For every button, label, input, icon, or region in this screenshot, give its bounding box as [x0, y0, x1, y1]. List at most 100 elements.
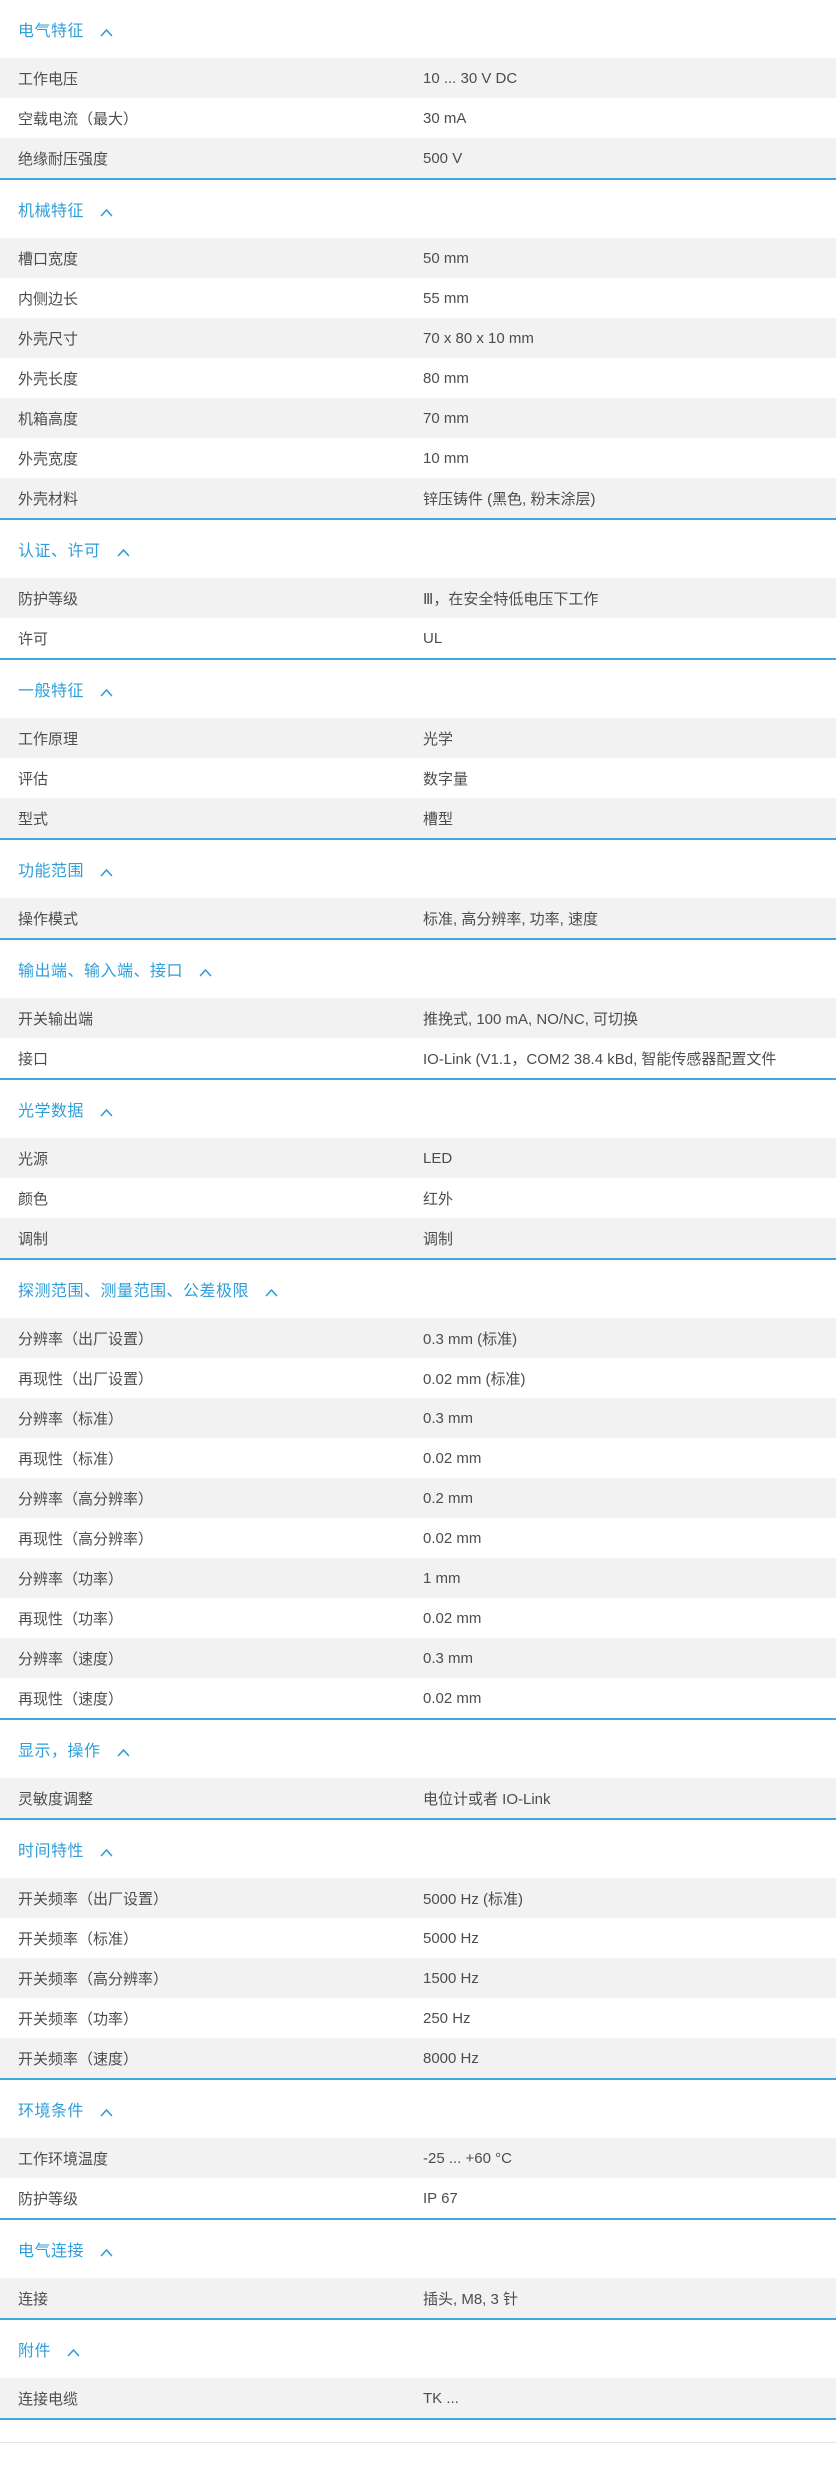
section: 一般特征 工作原理 光学 评估 数字量 型式 槽型 — [0, 660, 836, 840]
spec-label: 开关频率（标准） — [18, 1930, 139, 1948]
section: 输出端、输入端、接口开关输出端 推挽式, 100 mA, NO/NC, 可切换接口… — [0, 940, 836, 1080]
chevron-up-icon[interactable] — [100, 688, 113, 697]
section-title: 显示，操作 — [18, 1743, 101, 1760]
section-header[interactable]: 附件 — [0, 2320, 836, 2378]
spec-value: 70 mm — [423, 409, 469, 427]
spec-label: 再现性（功率） — [18, 1610, 124, 1628]
section: 电气连接连接 插头, M8, 3 针 — [0, 2220, 836, 2320]
spec-value: 50 mm — [423, 249, 469, 267]
spec-row: 再现性（标准） 0.02 mm — [0, 1438, 836, 1478]
section-header[interactable]: 探测范围、测量范围、公差极限 — [0, 1260, 836, 1318]
spec-row: 外壳尺寸 70 x 80 x 10 mm — [0, 318, 836, 358]
spec-label: 评估 — [18, 770, 49, 788]
spec-label: 再现性（高分辨率） — [18, 1530, 154, 1548]
spec-table: 电气特征 工作电压 10 ... 30 V DC 空载电流（最大） 30 mA 绝缘耐压强… — [0, 0, 836, 2420]
section-header[interactable]: 功能范围 — [0, 840, 836, 898]
spec-row: 分辨率（速度） 0.3 mm — [0, 1638, 836, 1678]
spec-value: 55 mm — [423, 289, 469, 307]
section-header[interactable]: 电气连接 — [0, 2220, 836, 2278]
chevron-up-icon[interactable] — [100, 868, 113, 877]
spec-label: 连接电缆 — [18, 2390, 79, 2408]
chevron-up-icon[interactable] — [117, 548, 130, 557]
spec-row: 开关频率（功率） 250 Hz — [0, 1998, 836, 2038]
spec-label: 工作电压 — [18, 70, 79, 88]
spec-row: 分辨率（高分辨率） 0.2 mm — [0, 1478, 836, 1518]
section-header[interactable]: 显示，操作 — [0, 1720, 836, 1778]
spec-label: 机箱高度 — [18, 410, 79, 428]
section-title: 时间特性 — [18, 1843, 85, 1860]
spec-label: 内侧边长 — [18, 290, 79, 308]
spec-label: 开关输出端 — [18, 1010, 94, 1028]
spec-row: 颜色 红外 — [0, 1178, 836, 1218]
spec-value: IO-Link (V1.1，COM2 38.4 kBd, 智能传感器配置文件 — [423, 1050, 777, 1068]
spec-row: 再现性（功率） 0.02 mm — [0, 1598, 836, 1638]
spec-row: 再现性（出厂设置） 0.02 mm (标准) — [0, 1358, 836, 1398]
section: 探测范围、测量范围、公差极限分辨率（出厂设置） 0.3 mm (标准) 再现性（出厂… — [0, 1260, 836, 1720]
spec-label: 操作模式 — [18, 910, 79, 928]
spec-row: 分辨率（功率） 1 mm — [0, 1558, 836, 1598]
spec-row: 内侧边长 55 mm — [0, 278, 836, 318]
spec-value: 光学 — [423, 730, 454, 748]
spec-label: 防护等级 — [18, 2190, 79, 2208]
spec-label: 工作环境温度 — [18, 2150, 109, 2168]
spec-value: TK ... — [423, 2389, 459, 2407]
spec-value: 0.3 mm — [423, 1409, 474, 1427]
section-header[interactable]: 电气特征 — [0, 0, 836, 58]
spec-label: 连接 — [18, 2290, 49, 2308]
chevron-up-icon[interactable] — [265, 1288, 278, 1297]
chevron-up-icon[interactable] — [100, 28, 113, 37]
section-header[interactable]: 时间特性 — [0, 1820, 836, 1878]
spec-label: 再现性（出厂设置） — [18, 1370, 154, 1388]
spec-value: 插头, M8, 3 针 — [423, 2290, 519, 2308]
spec-value: 锌压铸件 (黑色, 粉末涂层) — [423, 490, 596, 508]
spec-row: 灵敏度调整 电位计或者 IO-Link — [0, 1778, 836, 1818]
section-header[interactable]: 认证、许可 — [0, 520, 836, 578]
spec-row: 空载电流（最大） 30 mA — [0, 98, 836, 138]
chevron-up-icon[interactable] — [100, 2108, 113, 2117]
section: 显示，操作灵敏度调整 电位计或者 IO-Link — [0, 1720, 836, 1820]
spec-row: 开关频率（出厂设置） 5000 Hz (标准) — [0, 1878, 836, 1918]
spec-value: 500 V — [423, 149, 463, 167]
section: 机械特征槽口宽度 50 mm 内侧边长 55 mm 外壳尺寸 70 x 80 x 10 m… — [0, 180, 836, 520]
spec-label: 再现性（标准） — [18, 1450, 124, 1468]
spec-row: 再现性（高分辨率） 0.02 mm — [0, 1518, 836, 1558]
spec-value: LED — [423, 1149, 453, 1167]
spec-label: 空载电流（最大） — [18, 110, 139, 128]
spec-value: 电位计或者 IO-Link — [423, 1790, 551, 1808]
spec-value: 70 x 80 x 10 mm — [423, 329, 534, 347]
chevron-up-icon[interactable] — [117, 1748, 130, 1757]
spec-label: 调制 — [18, 1230, 49, 1248]
section-header[interactable]: 输出端、输入端、接口 — [0, 940, 836, 998]
chevron-up-icon[interactable] — [199, 968, 212, 977]
spec-value: 0.02 mm — [423, 1449, 482, 1467]
spec-value: IP 67 — [423, 2189, 458, 2207]
spec-row: 连接电缆 TK ... — [0, 2378, 836, 2418]
spec-value: 0.3 mm (标准) — [423, 1330, 518, 1348]
spec-label: 灵敏度调整 — [18, 1790, 94, 1808]
spec-row: 连接 插头, M8, 3 针 — [0, 2278, 836, 2318]
spec-value: 0.02 mm — [423, 1609, 482, 1627]
section-title: 认证、许可 — [18, 543, 101, 560]
spec-value: 调制 — [423, 1230, 454, 1248]
chevron-up-icon[interactable] — [67, 2348, 80, 2357]
spec-value: 推挽式, 100 mA, NO/NC, 可切换 — [423, 1010, 639, 1028]
chevron-up-icon[interactable] — [100, 1108, 113, 1117]
spec-label: 型式 — [18, 810, 49, 828]
spec-label: 分辨率（出厂设置） — [18, 1330, 154, 1348]
chevron-up-icon[interactable] — [100, 208, 113, 217]
chevron-up-icon[interactable] — [100, 2248, 113, 2257]
section-header[interactable]: 一般特征 — [0, 660, 836, 718]
section-header[interactable]: 光学数据 — [0, 1080, 836, 1138]
spec-label: 接口 — [18, 1050, 49, 1068]
spec-value: 80 mm — [423, 369, 469, 387]
spec-label: 分辨率（高分辨率） — [18, 1490, 154, 1508]
spec-label: 槽口宽度 — [18, 250, 79, 268]
spec-value: 标准, 高分辨率, 功率, 速度 — [423, 910, 599, 928]
spec-label: 颜色 — [18, 1190, 49, 1208]
chevron-up-icon[interactable] — [100, 1848, 113, 1857]
section-title: 电气特征 — [18, 23, 85, 40]
spec-row: 外壳材料 锌压铸件 (黑色, 粉末涂层) — [0, 478, 836, 518]
section-header[interactable]: 机械特征 — [0, 180, 836, 238]
spec-row: 机箱高度 70 mm — [0, 398, 836, 438]
section-header[interactable]: 环境条件 — [0, 2080, 836, 2138]
